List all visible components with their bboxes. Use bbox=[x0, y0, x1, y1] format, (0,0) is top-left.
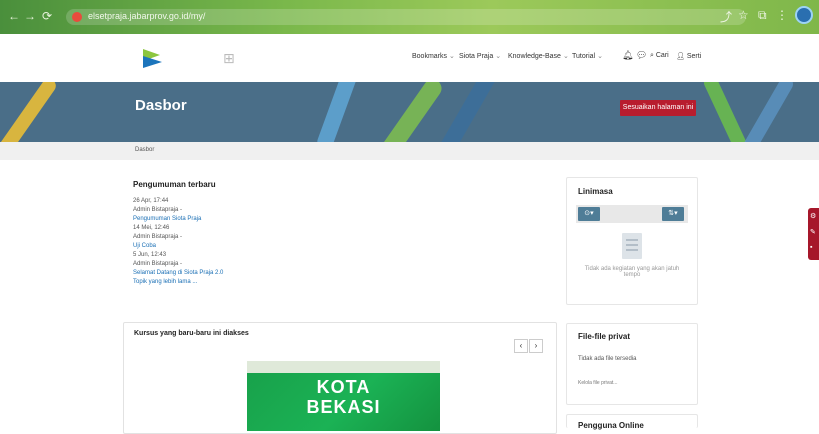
page-header-banner bbox=[0, 82, 819, 142]
address-bar-url: elsetpraja.jabarprov.go.id/my/ bbox=[88, 11, 206, 21]
logo-mark-icon bbox=[143, 49, 162, 68]
private-files-title: File-file privat bbox=[578, 332, 631, 341]
wrench-icon: ✎ bbox=[810, 229, 816, 236]
empty-state-icon bbox=[622, 233, 642, 259]
course-image-text: KOTA bbox=[316, 377, 371, 397]
user-icon: 👤︎ bbox=[676, 53, 685, 60]
apps-grid-icon[interactable]: ⊞ bbox=[223, 50, 235, 67]
online-users-title: Pengguna Online bbox=[578, 421, 644, 430]
menu-tutorial[interactable]: Tutorial ⌄ bbox=[572, 52, 603, 60]
browser-chrome: ← → ⟳ elsetpraja.jabarprov.go.id/my/ ⤴ ☆… bbox=[0, 0, 819, 34]
announcement-time: 26 Apr, 17:44 bbox=[133, 198, 169, 204]
manage-private-files-link[interactable]: Kelola file privat... bbox=[578, 380, 617, 386]
profile-avatar[interactable] bbox=[795, 6, 813, 24]
announcement-author: Admin Bistapraja - bbox=[133, 234, 183, 240]
customize-page-button[interactable]: Sesuaikan halaman ini bbox=[620, 100, 696, 116]
private-files-empty-text: Tidak ada file tersedia bbox=[578, 356, 637, 362]
announcement-author: Admin Bistapraja - bbox=[133, 207, 183, 213]
recent-courses-title: Kursus yang baru-baru ini diakses bbox=[134, 330, 249, 337]
breadcrumb bbox=[0, 142, 819, 160]
carousel-next-button[interactable]: › bbox=[529, 339, 543, 353]
announcement-link[interactable]: Uji Coba bbox=[133, 243, 156, 249]
settings-icon: ⚙ bbox=[810, 213, 817, 220]
carousel-prev-button[interactable]: ‹ bbox=[514, 339, 528, 353]
reload-icon[interactable]: ⟳ bbox=[42, 9, 52, 23]
timeline-filter-button[interactable]: ⊙▾ bbox=[578, 207, 600, 221]
timeline-title: Linimasa bbox=[578, 187, 613, 196]
notification-bell-icon[interactable]: 🔔︎ bbox=[622, 50, 633, 61]
course-card-image[interactable]: KOTA BEKASI bbox=[247, 361, 440, 431]
menu-bookmarks[interactable]: Bookmarks ⌄ bbox=[412, 52, 455, 60]
star-icon[interactable]: ☆ bbox=[738, 8, 749, 22]
announcement-author: Admin Bistapraja - bbox=[133, 261, 183, 267]
menu-siota-praja[interactable]: Siota Praja ⌄ bbox=[459, 52, 501, 60]
page-title: Dasbor bbox=[135, 97, 187, 114]
back-icon[interactable]: ← bbox=[8, 9, 20, 23]
older-topics-link[interactable]: Topik yang lebih lama ... bbox=[133, 279, 197, 285]
course-image-text: BEKASI bbox=[306, 397, 381, 417]
extensions-icon[interactable]: ⧉ bbox=[758, 8, 767, 23]
address-bar[interactable]: elsetpraja.jabarprov.go.id/my/ bbox=[66, 9, 746, 25]
messages-icon[interactable]: 💬︎ bbox=[636, 50, 647, 61]
user-menu[interactable]: 👤︎ Serti bbox=[676, 52, 701, 60]
right-drawer-toggle[interactable]: ⚙ ✎ ▪ bbox=[808, 208, 819, 260]
search-icon: ⌕ bbox=[650, 52, 654, 59]
lock-icon: ▪ bbox=[810, 244, 813, 251]
announcement-time: 14 Mei, 12:46 bbox=[133, 225, 170, 231]
share-icon[interactable]: ⤴ bbox=[720, 8, 732, 25]
breadcrumb-item-current[interactable]: Dasbor bbox=[135, 147, 154, 153]
menu-icon[interactable]: ⋮ bbox=[776, 8, 788, 22]
announcements-title: Pengumuman terbaru bbox=[133, 180, 216, 189]
site-favicon-icon bbox=[72, 12, 82, 22]
announcement-link[interactable]: Pengumuman Siota Praja bbox=[133, 216, 201, 222]
announcement-link[interactable]: Selamat Datang di Siota Praja 2.0 bbox=[133, 270, 223, 276]
menu-knowledge-base[interactable]: Knowledge-Base ⌄ bbox=[508, 52, 569, 60]
search-button[interactable]: ⌕ Cari bbox=[650, 52, 669, 60]
announcement-time: 5 Jun, 12:43 bbox=[133, 252, 167, 258]
site-logo[interactable] bbox=[140, 46, 230, 70]
timeline-sort-button[interactable]: ⇅▾ bbox=[662, 207, 684, 221]
site-navbar: ⊞ Bookmarks ⌄ Siota Praja ⌄ Knowledge-Base… bbox=[0, 34, 819, 82]
timeline-empty-text: Tidak ada kegiatan yang akan jatuh tempo bbox=[584, 266, 680, 278]
forward-icon[interactable]: → bbox=[24, 9, 36, 23]
